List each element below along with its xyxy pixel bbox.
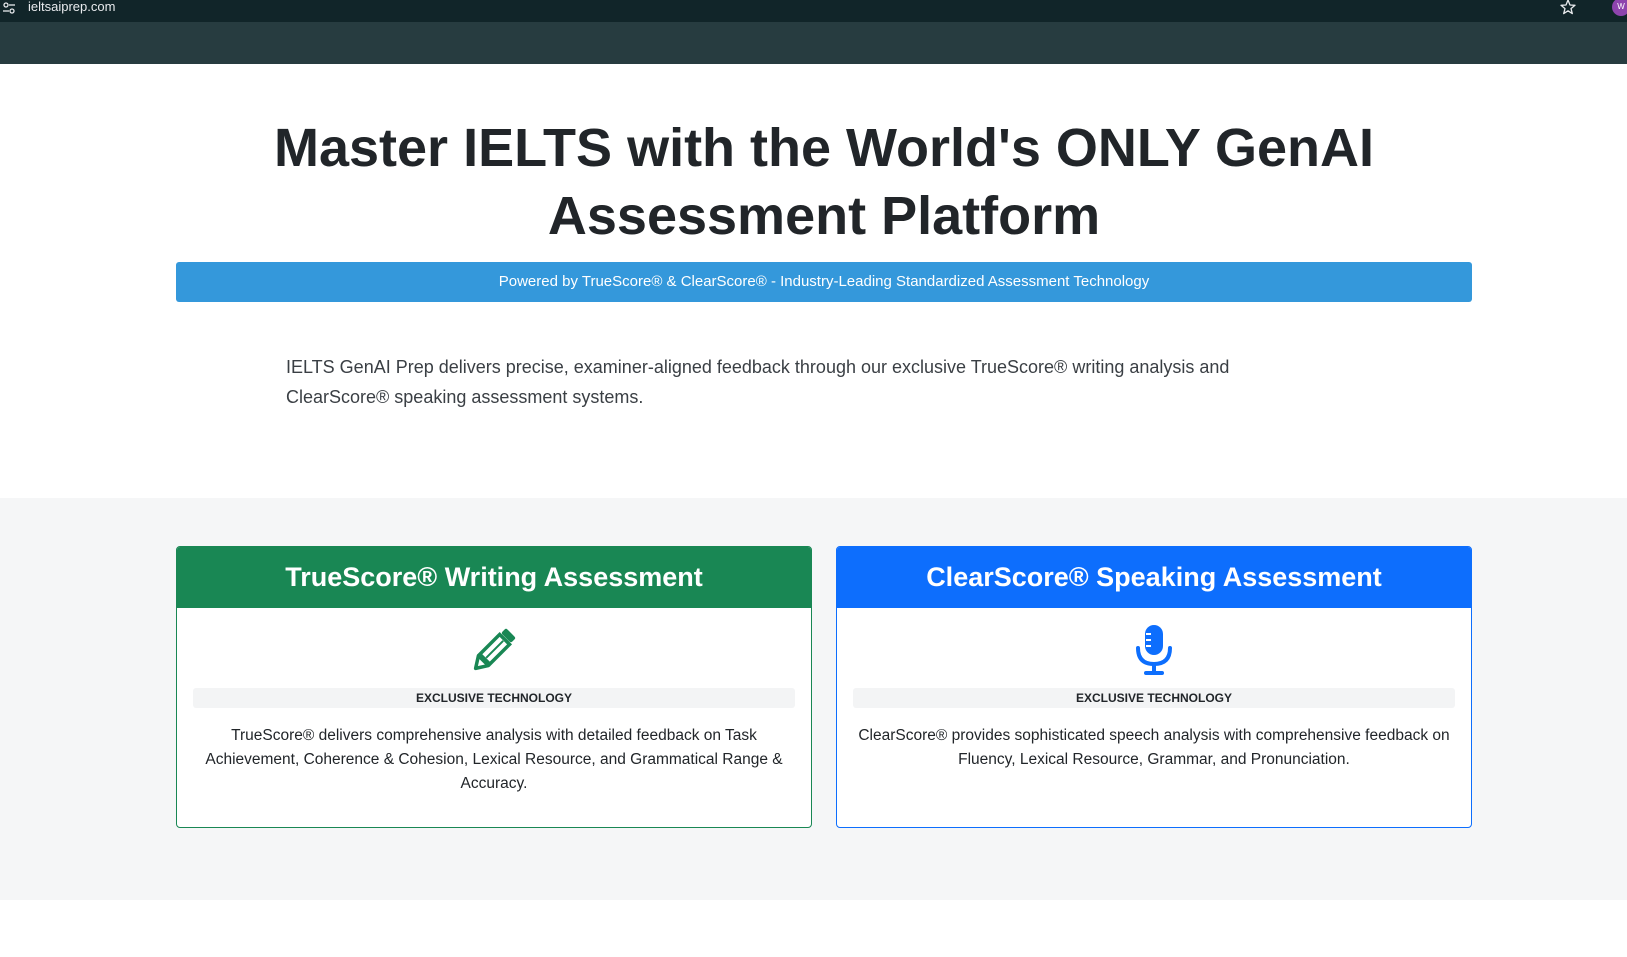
features-section: TrueScore® Writing Assessment EXCLUSIVE …: [0, 498, 1627, 900]
browser-address-bar: ieltsaiprep.com W: [0, 0, 1627, 22]
clearscore-speaking-card: ClearScore® Speaking Assessment EXCLUSIV…: [836, 546, 1472, 828]
card-description: ClearScore® provides sophisticated speec…: [858, 727, 1450, 768]
card-title: ClearScore® Speaking Assessment: [837, 547, 1471, 608]
exclusive-technology-badge: EXCLUSIVE TECHNOLOGY: [193, 688, 795, 708]
page-bottom-spacer: [0, 900, 1627, 957]
intro-paragraph: IELTS GenAI Prep delivers precise, exami…: [286, 357, 1230, 407]
pencil-icon: [473, 628, 516, 671]
site-settings-icon[interactable]: [2, 1, 16, 15]
bookmark-star-icon[interactable]: [1560, 0, 1576, 15]
card-description: TrueScore® delivers comprehensive analys…: [205, 727, 783, 792]
card-title: TrueScore® Writing Assessment: [177, 547, 811, 608]
url-text[interactable]: ieltsaiprep.com: [28, 0, 115, 14]
page-title: Master IELTS with the World's ONLY GenAI…: [273, 118, 1374, 246]
powered-by-banner: Powered by TrueScore® & ClearScore® - In…: [176, 262, 1472, 302]
profile-avatar[interactable]: W: [1612, 0, 1627, 16]
exclusive-technology-badge: EXCLUSIVE TECHNOLOGY: [853, 688, 1455, 708]
site-navbar: [0, 22, 1627, 64]
microphone-icon: [1136, 625, 1172, 675]
hero-section: Master IELTS with the World's ONLY GenAI…: [0, 64, 1627, 498]
truescore-writing-card: TrueScore® Writing Assessment EXCLUSIVE …: [176, 546, 812, 828]
